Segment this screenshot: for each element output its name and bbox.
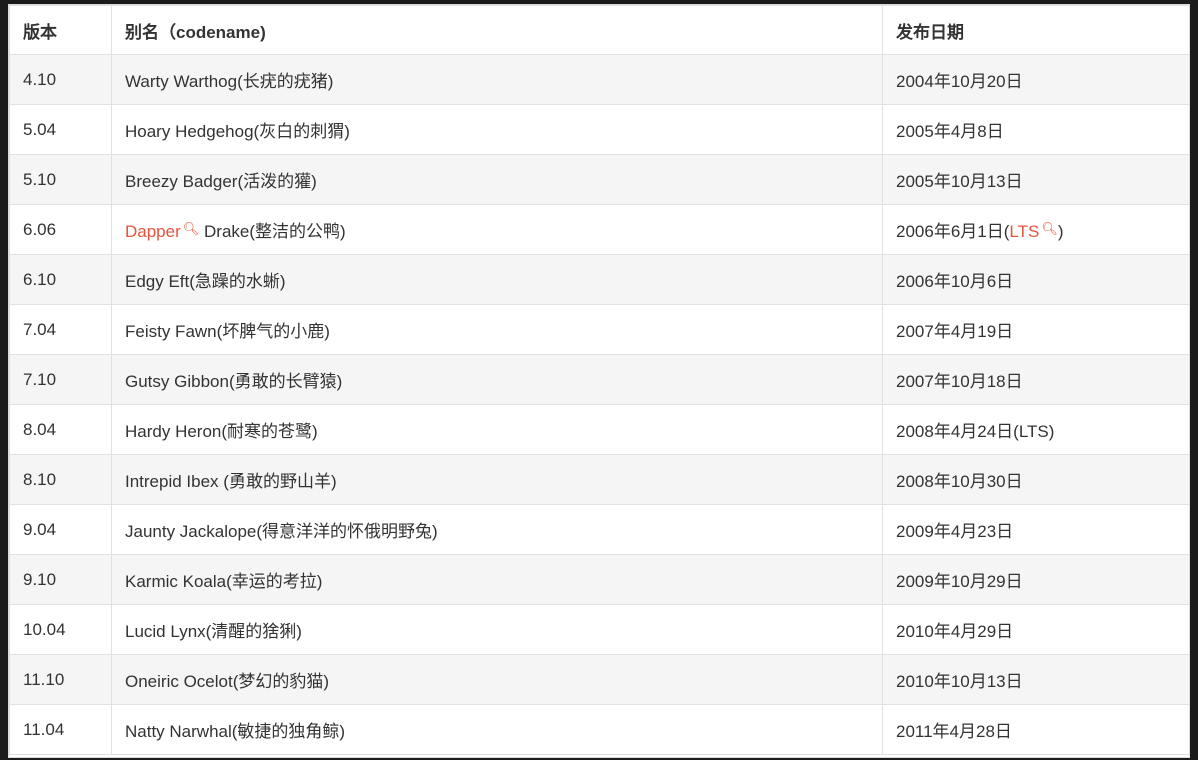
codename-cell: Oneiric Ocelot(梦幻的豹猫): [111, 654, 883, 705]
version-cell: 11.10: [9, 654, 112, 705]
date-cell: 2008年4月24日(LTS): [882, 404, 1189, 455]
date-main: 2006年6月1日(: [896, 222, 1010, 241]
date-cell: 2006年6月1日(LTS 🔍︎): [882, 204, 1189, 255]
date-cell: 2007年10月18日: [882, 354, 1189, 405]
version-cell: 4.10: [9, 54, 112, 105]
search-icon: 🔍︎: [1041, 221, 1058, 236]
date-cell: 2009年10月29日: [882, 554, 1189, 605]
table-row: 6.06 Dapper 🔍︎ Drake(整洁的公鸭) 2006年6月1日(LTS…: [9, 204, 1189, 255]
codename-cell: Hardy Heron(耐寒的苍鹭): [111, 404, 883, 455]
date-cell: 2010年10月13日: [882, 654, 1189, 705]
ubuntu-release-table: 版本 别名（codename) 发布日期 4.10 Warty Warthog(…: [9, 5, 1189, 755]
table-row: 8.04 Hardy Heron(耐寒的苍鹭) 2008年4月24日(LTS): [9, 404, 1189, 455]
codename-cell: Feisty Fawn(坏脾气的小鹿): [111, 304, 883, 355]
dapper-link[interactable]: Dapper 🔍︎: [125, 221, 200, 241]
table-row: 5.10 Breezy Badger(活泼的獾) 2005年10月13日: [9, 154, 1189, 205]
date-cell: 2009年4月23日: [882, 504, 1189, 555]
version-cell: 6.06: [9, 204, 112, 255]
date-cell: 2005年4月8日: [882, 104, 1189, 155]
table-row: 11.04 Natty Narwhal(敏捷的独角鲸) 2011年4月28日: [9, 704, 1189, 755]
codename-cell: Breezy Badger(活泼的獾): [111, 154, 883, 205]
dapper-link-label: Dapper: [125, 222, 181, 241]
table-row: 7.04 Feisty Fawn(坏脾气的小鹿) 2007年4月19日: [9, 304, 1189, 355]
table-row: 11.10 Oneiric Ocelot(梦幻的豹猫) 2010年10月13日: [9, 654, 1189, 705]
lts-link[interactable]: LTS 🔍︎: [1009, 221, 1058, 241]
version-cell: 5.04: [9, 104, 112, 155]
table-row: 9.04 Jaunty Jackalope(得意洋洋的怀俄明野兔) 2009年4…: [9, 504, 1189, 555]
table-row: 7.10 Gutsy Gibbon(勇敢的长臂猿) 2007年10月18日: [9, 354, 1189, 405]
table-row: 4.10 Warty Warthog(长疣的疣猪) 2004年10月20日: [9, 54, 1189, 105]
date-cell: 2005年10月13日: [882, 154, 1189, 205]
version-cell: 8.10: [9, 454, 112, 505]
date-cell: 2007年4月19日: [882, 304, 1189, 355]
table-row: 10.04 Lucid Lynx(清醒的猞猁) 2010年4月29日: [9, 604, 1189, 655]
search-icon: 🔍︎: [182, 221, 200, 236]
codename-cell: Jaunty Jackalope(得意洋洋的怀俄明野兔): [111, 504, 883, 555]
codename-cell: Lucid Lynx(清醒的猞猁): [111, 604, 883, 655]
codename-cell: Dapper 🔍︎ Drake(整洁的公鸭): [111, 204, 883, 255]
codename-rest: Drake(整洁的公鸭): [204, 222, 346, 241]
date-cell: 2004年10月20日: [882, 54, 1189, 105]
table-row: 9.10 Karmic Koala(幸运的考拉) 2009年10月29日: [9, 554, 1189, 605]
codename-cell: Gutsy Gibbon(勇敢的长臂猿): [111, 354, 883, 405]
table-row: 6.10 Edgy Eft(急躁的水蜥) 2006年10月6日: [9, 254, 1189, 305]
table-row: 5.04 Hoary Hedgehog(灰白的刺猬) 2005年4月8日: [9, 104, 1189, 155]
version-cell: 9.04: [9, 504, 112, 555]
version-cell: 10.04: [9, 604, 112, 655]
codename-cell: Hoary Hedgehog(灰白的刺猬): [111, 104, 883, 155]
date-cell: 2011年4月28日: [882, 704, 1189, 755]
lts-link-label: LTS: [1009, 222, 1040, 241]
header-codename: 别名（codename): [111, 5, 883, 55]
header-version: 版本: [9, 5, 112, 55]
table-header-row: 版本 别名（codename) 发布日期: [9, 5, 1189, 55]
codename-cell: Edgy Eft(急躁的水蜥): [111, 254, 883, 305]
version-cell: 9.10: [9, 554, 112, 605]
version-cell: 8.04: [9, 404, 112, 455]
codename-cell: Warty Warthog(长疣的疣猪): [111, 54, 883, 105]
codename-cell: Intrepid Ibex (勇敢的野山羊): [111, 454, 883, 505]
date-cell: 2008年10月30日: [882, 454, 1189, 505]
version-cell: 7.04: [9, 304, 112, 355]
version-cell: 5.10: [9, 154, 112, 205]
codename-cell: Karmic Koala(幸运的考拉): [111, 554, 883, 605]
version-cell: 7.10: [9, 354, 112, 405]
version-cell: 11.04: [9, 704, 112, 755]
release-table-container: 版本 别名（codename) 发布日期 4.10 Warty Warthog(…: [8, 4, 1190, 758]
version-cell: 6.10: [9, 254, 112, 305]
date-cell: 2006年10月6日: [882, 254, 1189, 305]
table-row: 8.10 Intrepid Ibex (勇敢的野山羊) 2008年10月30日: [9, 454, 1189, 505]
header-release-date: 发布日期: [882, 5, 1189, 55]
codename-cell: Natty Narwhal(敏捷的独角鲸): [111, 704, 883, 755]
date-cell: 2010年4月29日: [882, 604, 1189, 655]
date-close: ): [1057, 222, 1064, 241]
